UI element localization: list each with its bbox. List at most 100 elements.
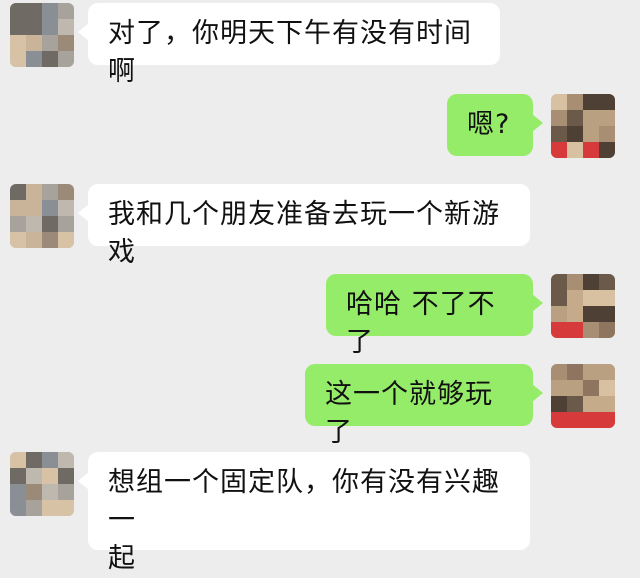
avatar-mosaic-cell [26, 3, 42, 19]
avatar-mosaic-cell [26, 19, 42, 35]
avatar-mosaic-cell [583, 142, 599, 158]
avatar-mosaic-cell [583, 396, 599, 412]
avatar-mosaic-cell [551, 290, 567, 306]
avatar-mosaic-cell [599, 110, 615, 126]
avatar-mosaic-cell [551, 412, 567, 428]
avatar-mosaic-cell [567, 322, 583, 338]
avatar-mosaic-cell [10, 232, 26, 248]
avatar-mosaic-cell [599, 306, 615, 322]
avatar-mosaic-cell [599, 94, 615, 110]
avatar-mosaic-cell [10, 35, 26, 51]
avatar-mosaic-cell [26, 468, 42, 484]
avatar-mosaic-cell [551, 110, 567, 126]
avatar-mosaic-cell [58, 232, 74, 248]
avatar-mosaic-cell [58, 184, 74, 200]
avatar-mosaic-cell [551, 396, 567, 412]
message-row-incoming: 想组一个固定队，你有没有兴趣一 起 [0, 450, 640, 574]
avatar-mosaic-cell [26, 216, 42, 232]
avatar-mosaic-cell [10, 19, 26, 35]
avatar-mosaic-cell [583, 380, 599, 396]
avatar-mosaic-cell [599, 396, 615, 412]
avatar-mosaic-cell [551, 380, 567, 396]
avatar-mosaic-cell [599, 380, 615, 396]
avatar-mosaic-cell [10, 452, 26, 468]
avatar-mosaic-cell [567, 94, 583, 110]
message-bubble-outgoing[interactable]: 哈哈 不了不了 [326, 274, 543, 358]
message-bubble-incoming[interactable]: 我和几个朋友准备去玩一个新游戏 [78, 184, 530, 268]
avatar-mosaic-cell [583, 364, 599, 380]
avatar-mosaic-cell [42, 35, 58, 51]
avatar-mosaic-cell [567, 364, 583, 380]
user-avatar[interactable] [551, 94, 615, 158]
avatar-mosaic-cell [26, 500, 42, 516]
message-row-incoming: 我和几个朋友准备去玩一个新游戏 [0, 182, 640, 268]
message-bubble-outgoing[interactable]: 嗯? [447, 94, 543, 156]
avatar-mosaic-cell [42, 500, 58, 516]
avatar-mosaic-cell [42, 200, 58, 216]
avatar-mosaic-cell [58, 200, 74, 216]
avatar-mosaic-cell [42, 19, 58, 35]
avatar-mosaic-cell [10, 500, 26, 516]
avatar-mosaic-cell [583, 322, 599, 338]
avatar-mosaic-cell [567, 380, 583, 396]
avatar-mosaic-cell [551, 142, 567, 158]
avatar-mosaic-cell [599, 142, 615, 158]
avatar-mosaic-cell [10, 468, 26, 484]
avatar-mosaic-cell [10, 184, 26, 200]
message-row-incoming: 对了，你明天下午有没有时间啊 [0, 0, 640, 87]
message-bubble-outgoing[interactable]: 这一个就够玩了 [305, 364, 543, 448]
avatar-mosaic-cell [567, 126, 583, 142]
avatar-mosaic-cell [599, 412, 615, 428]
avatar-mosaic-cell [551, 306, 567, 322]
avatar-mosaic-cell [26, 484, 42, 500]
avatar-mosaic-cell [10, 200, 26, 216]
avatar-mosaic-cell [567, 396, 583, 412]
contact-avatar[interactable] [10, 3, 74, 67]
avatar-mosaic-cell [26, 452, 42, 468]
avatar-mosaic-cell [42, 484, 58, 500]
avatar-mosaic-cell [567, 306, 583, 322]
avatar-mosaic-cell [42, 452, 58, 468]
avatar-mosaic-cell [551, 274, 567, 290]
contact-avatar[interactable] [10, 452, 74, 516]
avatar-mosaic-cell [551, 94, 567, 110]
avatar-mosaic-cell [58, 51, 74, 67]
avatar-mosaic-cell [58, 452, 74, 468]
message-row-outgoing: 这一个就够玩了 [0, 362, 640, 448]
avatar-mosaic-cell [567, 110, 583, 126]
avatar-mosaic-cell [10, 3, 26, 19]
avatar-mosaic-cell [26, 51, 42, 67]
avatar-mosaic-cell [58, 3, 74, 19]
avatar-mosaic-cell [599, 274, 615, 290]
message-bubble-incoming[interactable]: 想组一个固定队，你有没有兴趣一 起 [78, 452, 530, 574]
chat-message-list[interactable]: 对了，你明天下午有没有时间啊 嗯? 我和几个朋友准备去玩一个新游戏 哈哈 不了不… [0, 0, 640, 574]
avatar-mosaic-cell [567, 274, 583, 290]
avatar-mosaic-cell [42, 468, 58, 484]
avatar-mosaic-cell [567, 142, 583, 158]
avatar-mosaic-cell [26, 35, 42, 51]
avatar-mosaic-cell [10, 51, 26, 67]
avatar-mosaic-cell [583, 126, 599, 142]
user-avatar[interactable] [551, 364, 615, 428]
avatar-mosaic-cell [42, 51, 58, 67]
message-row-outgoing: 嗯? [0, 90, 640, 160]
avatar-mosaic-cell [551, 322, 567, 338]
avatar-mosaic-cell [42, 232, 58, 248]
avatar-mosaic-cell [599, 322, 615, 338]
avatar-mosaic-cell [58, 35, 74, 51]
avatar-mosaic-cell [58, 484, 74, 500]
avatar-mosaic-cell [58, 500, 74, 516]
avatar-mosaic-cell [583, 94, 599, 110]
avatar-mosaic-cell [599, 126, 615, 142]
avatar-mosaic-cell [599, 290, 615, 306]
message-bubble-incoming[interactable]: 对了，你明天下午有没有时间啊 [78, 3, 500, 87]
avatar-mosaic-cell [10, 216, 26, 232]
avatar-mosaic-cell [58, 468, 74, 484]
avatar-mosaic-cell [583, 412, 599, 428]
message-row-outgoing: 哈哈 不了不了 [0, 272, 640, 358]
avatar-mosaic-cell [58, 19, 74, 35]
avatar-mosaic-cell [567, 412, 583, 428]
avatar-mosaic-cell [26, 200, 42, 216]
user-avatar[interactable] [551, 274, 615, 338]
contact-avatar[interactable] [10, 184, 74, 248]
